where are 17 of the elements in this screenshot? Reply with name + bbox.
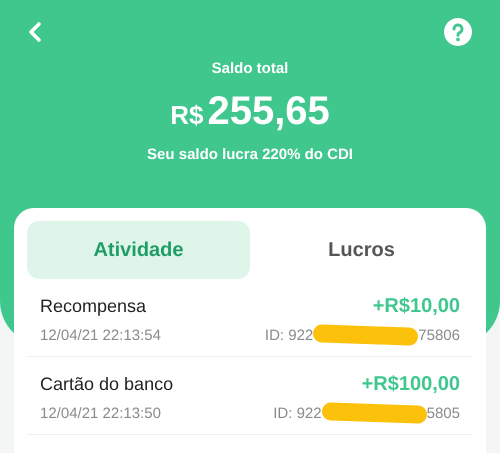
balance-title: Saldo total [212, 60, 288, 77]
help-icon[interactable] [444, 18, 472, 46]
transaction-id-start: ID: 922 [264, 326, 314, 344]
transaction-id-start: ID: 922 [273, 404, 322, 422]
transaction-amount: +R$100,00 [362, 373, 460, 396]
balance-amount: 255,65 [207, 89, 330, 134]
transaction-date: 12/04/21 22:13:54 [40, 326, 161, 344]
transaction-date: 12/04/21 22:13:50 [40, 404, 161, 422]
back-icon[interactable] [28, 21, 42, 43]
transaction-name: Cartão do banco [40, 374, 174, 395]
currency-symbol: R$ [170, 100, 204, 131]
tab[interactable]: Lucros [250, 221, 473, 279]
transaction-amount: +R$10,00 [372, 295, 460, 318]
transaction-id-end: 5805 [426, 404, 460, 422]
transaction-id-end: 75806 [418, 326, 460, 344]
transaction-name: Recompensa [40, 296, 146, 317]
yield-note: Seu saldo lucra 220% do CDI [147, 146, 353, 163]
